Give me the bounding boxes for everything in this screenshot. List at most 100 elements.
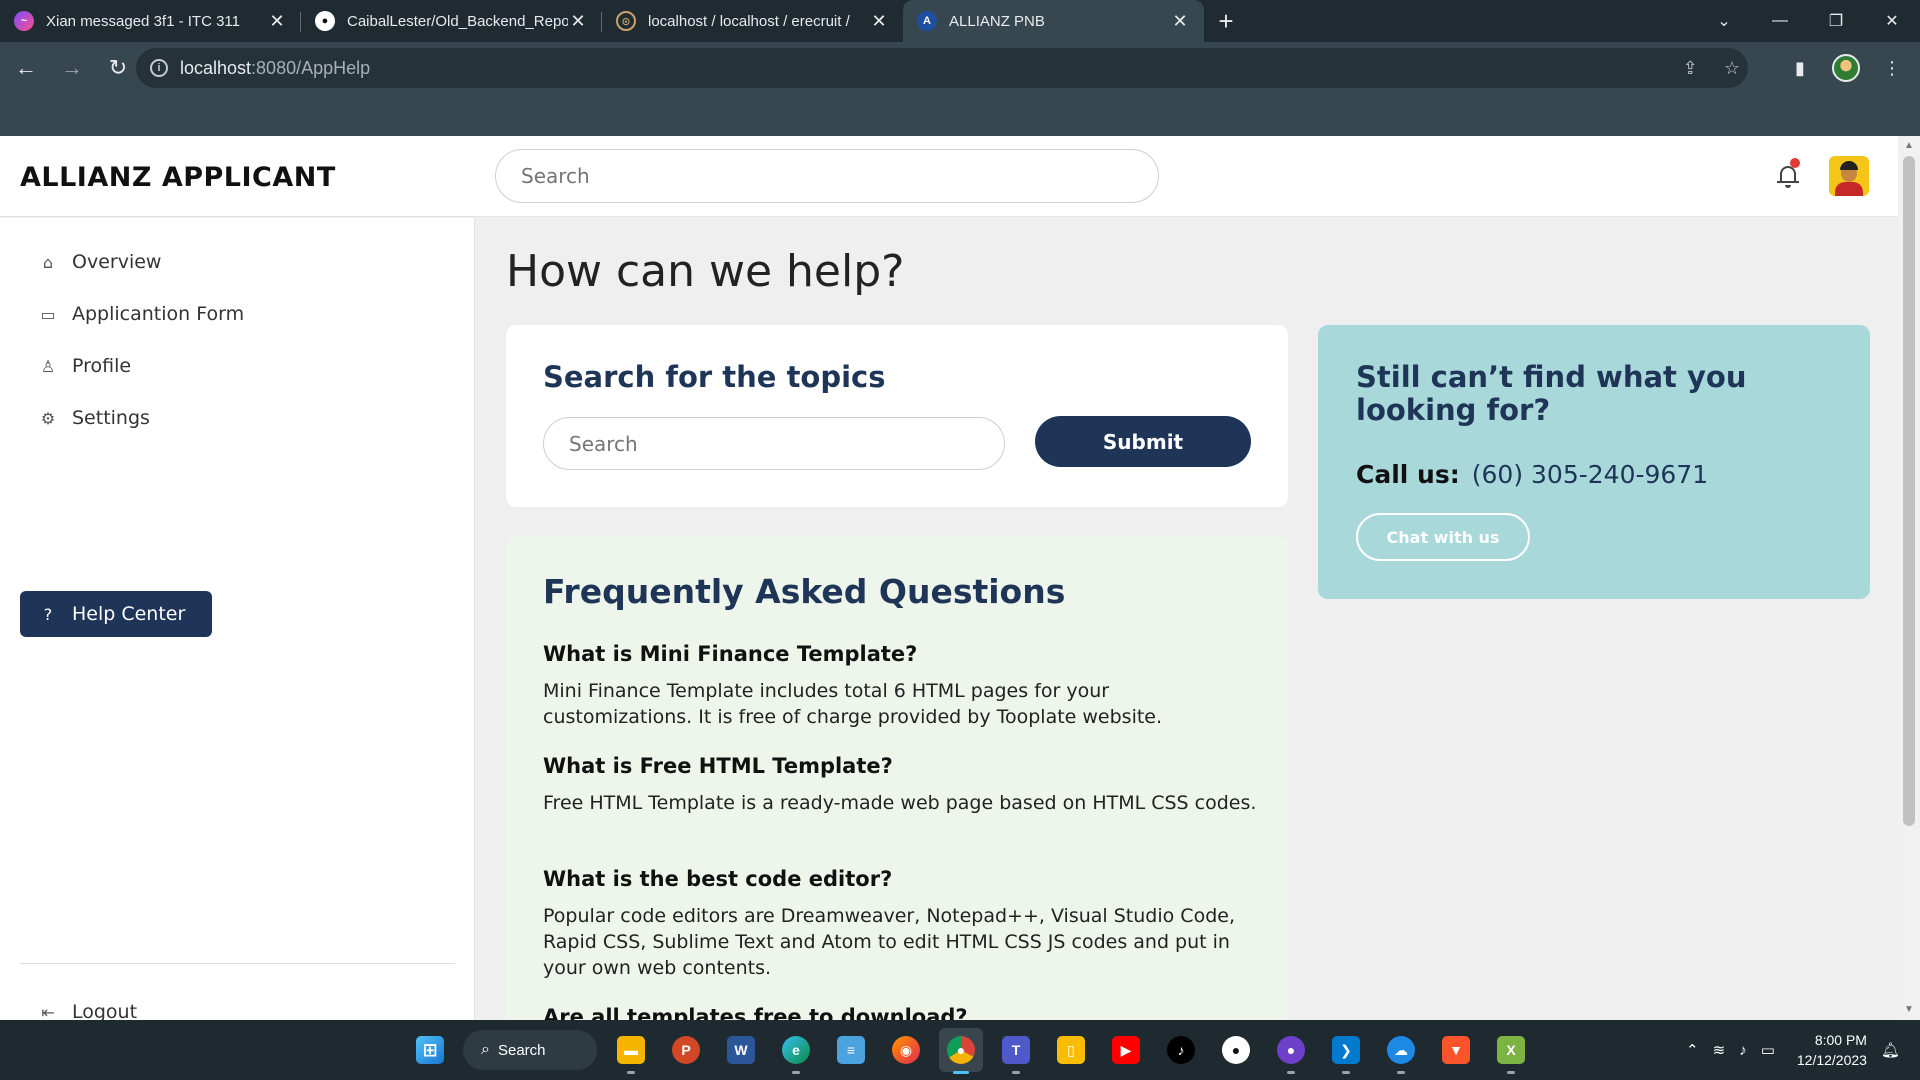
sidebar-item-settings[interactable]: ⚙ Settings [20,395,212,441]
close-tab-icon[interactable]: ✕ [568,11,588,32]
notification-dot [1790,158,1800,168]
sidebar-item-overview[interactable]: ⌂ Overview [20,239,212,285]
github-desktop-icon[interactable]: ● [1214,1028,1258,1072]
discord-like-icon[interactable]: ☁ [1379,1028,1423,1074]
faq-answer: Mini Finance Template includes total 6 H… [543,680,1163,728]
window-controls: ⌄ — ❐ ✕ [1696,0,1920,42]
forward-icon[interactable]: → [52,48,92,88]
gear-icon: ⚙ [40,408,56,428]
file-explorer-icon[interactable]: ▬ [609,1028,653,1074]
search-topics-card: Search for the topics Submit [506,325,1288,507]
faq-item: What is the best code editor? Popular co… [543,867,1263,981]
web-page: ALLIANZ APPLICANT ⌂ Overview ▭ Applicant… [0,136,1898,1020]
powerpoint-icon[interactable]: P [664,1028,708,1072]
scrollbar-thumb[interactable] [1903,156,1915,826]
sidebar-item-label: Profile [72,355,132,377]
volume-icon[interactable]: ♪ [1739,1042,1747,1059]
sidebar-item-label: Settings [72,407,150,429]
logout-icon: ⇤ [41,1002,55,1021]
sidebar-item-label: Overview [72,251,162,273]
new-tab-button[interactable]: + [1204,0,1248,42]
url-host: localhost [180,57,252,78]
chrome-icon[interactable]: ● [939,1028,983,1074]
scroll-up-icon[interactable]: ▲ [1903,140,1915,152]
tab-title: localhost / localhost / erecruit / [648,12,850,30]
close-tab-icon[interactable]: ✕ [1170,11,1190,32]
faq-answer: Popular code editors are Dreamweaver, No… [543,905,1235,979]
minimize-icon[interactable]: — [1752,0,1808,42]
windows-taskbar: ⊞ ⌕ Search ▬ P W e ≡ ◉ ● T ▯ ▶ ♪ ● ● ❯ ☁… [0,1020,1920,1080]
faq-question: What is the best code editor? [543,867,893,891]
browser-tab-allianz[interactable]: A ALLIANZ PNB ✕ [903,0,1204,42]
faq-question: What is Mini Finance Template? [543,642,918,666]
sidebar-item-label: Applicantion Form [72,303,245,325]
submit-button[interactable]: Submit [1035,416,1251,467]
bookmark-star-icon[interactable]: ☆ [1724,58,1740,79]
notification-center-icon[interactable]: 🔔︎ [1881,1041,1900,1059]
tab-search-icon[interactable]: ⌄ [1696,0,1752,42]
back-icon[interactable]: ← [6,48,46,88]
battery-icon[interactable]: ▭ [1761,1041,1775,1059]
wifi-icon[interactable]: ≋ [1713,1041,1726,1059]
sidebar-item-application-form[interactable]: ▭ Applicantion Form [20,291,260,337]
close-tab-icon[interactable]: ✕ [267,11,287,32]
search-icon: ⌕ [481,1041,490,1058]
browser-tab-bar: ~ Xian messaged 3f1 - ITC 311 ✕ ● Caibal… [0,0,1920,42]
site-info-icon[interactable]: i [150,59,168,77]
firefox-icon[interactable]: ◉ [884,1028,928,1072]
browser-tab-messenger[interactable]: ~ Xian messaged 3f1 - ITC 311 ✕ [0,0,301,42]
clock-date: 12/12/2023 [1796,1052,1867,1068]
clock[interactable]: 8:00 PM 12/12/2023 [1797,1030,1867,1070]
start-button[interactable]: ⊞ [408,1028,452,1072]
sidebar-item-profile[interactable]: ♙ Profile [20,343,212,389]
brave-icon[interactable]: ▼ [1434,1028,1478,1072]
xampp-icon[interactable]: X [1489,1028,1533,1074]
clock-time: 8:00 PM [1814,1032,1867,1048]
topics-search-input[interactable] [543,417,1005,470]
address-bar[interactable]: i localhost:8080/AppHelp ⇪ ☆ [136,48,1748,88]
restore-icon[interactable]: ❐ [1808,0,1864,42]
teams-icon[interactable]: T [994,1028,1038,1074]
word-icon[interactable]: W [719,1028,763,1072]
chevron-up-icon[interactable]: ⌃ [1686,1041,1699,1059]
tab-title: Xian messaged 3f1 - ITC 311 [46,12,240,30]
taskbar-search-label: Search [497,1041,546,1059]
contact-card: Still can’t find what you looking for? C… [1318,325,1870,599]
scroll-down-icon[interactable]: ▼ [1903,1004,1915,1016]
browser-tab-github[interactable]: ● CaibalLester/Old_Backend_Repo ✕ [301,0,602,42]
side-panel-icon[interactable]: ▮ [1782,50,1818,86]
notepad-icon[interactable]: ≡ [829,1028,873,1072]
faq-item: Are all templates free to download? [543,1005,1263,1020]
chat-with-us-button[interactable]: Chat with us [1356,513,1530,561]
vscode-icon[interactable]: ❯ [1324,1028,1368,1074]
faq-question: What is Free HTML Template? [543,754,893,778]
phpmyadmin-icon: ⊙ [616,11,636,31]
keep-icon[interactable]: ▯ [1049,1028,1093,1072]
reload-icon[interactable]: ↻ [98,48,138,88]
menu-kebab-icon[interactable]: ⋮ [1874,50,1910,86]
book-icon: ▭ [40,304,56,324]
close-window-icon[interactable]: ✕ [1864,0,1920,42]
user-avatar[interactable] [1829,156,1869,196]
share-icon[interactable]: ⇪ [1683,58,1698,79]
taskbar-search[interactable]: ⌕ Search [463,1030,597,1070]
github-desktop-purple-icon[interactable]: ● [1269,1028,1313,1074]
browser-tab-phpmyadmin[interactable]: ⊙ localhost / localhost / erecruit / ✕ [602,0,903,42]
sidebar-item-logout[interactable]: ⇤ Logout [20,989,212,1020]
profile-avatar[interactable] [1832,54,1860,82]
phone-number[interactable]: (60) 305-240-9671 [1472,460,1708,489]
messenger-icon: ~ [14,11,34,31]
close-tab-icon[interactable]: ✕ [869,11,889,32]
page-scrollbar[interactable]: ▲ ▼ [1898,136,1920,1020]
system-tray: ⌃ ≋ ♪ ▭ 8:00 PM 12/12/2023 🔔︎ [1672,1020,1900,1080]
notification-bell-icon[interactable] [1776,158,1800,190]
person-icon: ♙ [40,356,56,376]
sidebar-item-help-center[interactable]: ? Help Center [20,591,212,637]
faq-card: Frequently Asked Questions What is Mini … [506,536,1288,1020]
faq-question: Are all templates free to download? [543,1005,968,1020]
youtube-icon[interactable]: ▶ [1104,1028,1148,1072]
header-search-input[interactable] [495,149,1159,203]
edge-icon[interactable]: e [774,1028,818,1074]
tiktok-icon[interactable]: ♪ [1159,1028,1203,1072]
tab-title: CaibalLester/Old_Backend_Repo [347,12,568,30]
